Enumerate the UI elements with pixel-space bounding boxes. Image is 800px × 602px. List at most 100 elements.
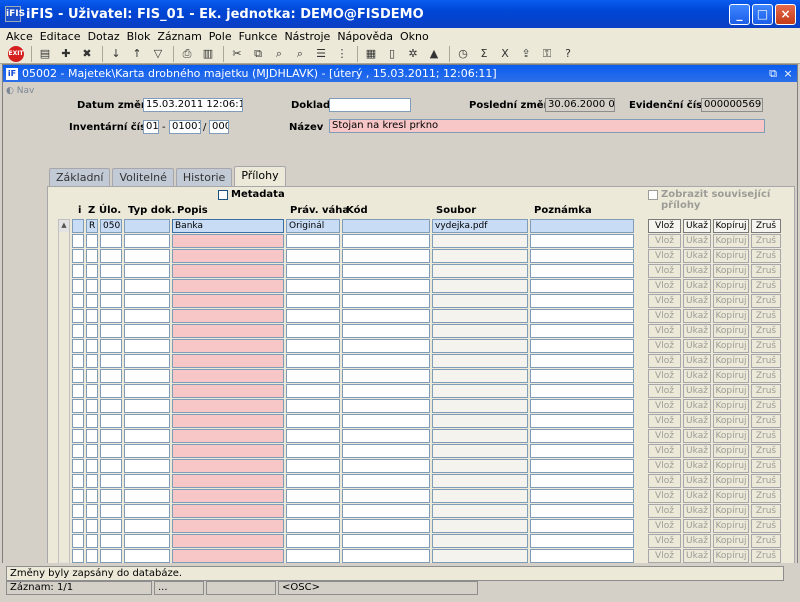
cell-popis[interactable]	[172, 234, 284, 248]
vloz-button[interactable]: Vlož	[648, 534, 681, 548]
vloz-button[interactable]: Vlož	[648, 384, 681, 398]
metadata-checkbox[interactable]	[218, 190, 228, 200]
table-row[interactable]: R 050 Banka Originál vydejka.pdf	[72, 219, 636, 233]
cell-prav-vaha[interactable]	[286, 459, 340, 473]
cell-z[interactable]	[86, 504, 98, 518]
cell-popis[interactable]	[172, 294, 284, 308]
zrus-button[interactable]: Zruš	[751, 309, 781, 323]
table-row[interactable]	[72, 504, 636, 518]
cell-typ-dok[interactable]	[124, 459, 170, 473]
cell-ulo[interactable]: 050	[100, 219, 122, 233]
menu-pole[interactable]: Pole	[209, 30, 232, 43]
table-row[interactable]	[72, 429, 636, 443]
cell-i[interactable]	[72, 249, 84, 263]
cell-soubor[interactable]	[432, 489, 528, 503]
ukaz-button[interactable]: Ukaž	[683, 504, 711, 518]
datum-zmeny-field[interactable]: 15.03.2011 12:06:11	[143, 98, 243, 112]
cell-soubor[interactable]	[432, 549, 528, 563]
cell-i[interactable]	[72, 549, 84, 563]
vloz-button[interactable]: Vlož	[648, 279, 681, 293]
table-row[interactable]	[72, 444, 636, 458]
cell-poznamka[interactable]	[530, 369, 634, 383]
kopiruj-button[interactable]: Kopíruj	[713, 264, 749, 278]
cell-prav-vaha[interactable]	[286, 414, 340, 428]
cell-popis[interactable]	[172, 384, 284, 398]
print-preview-icon[interactable]: ▥	[200, 46, 216, 62]
cell-prav-vaha[interactable]	[286, 234, 340, 248]
cell-typ-dok[interactable]	[124, 219, 170, 233]
cell-kod[interactable]	[342, 549, 430, 563]
cell-z[interactable]	[86, 339, 98, 353]
cell-kod[interactable]	[342, 504, 430, 518]
cell-poznamka[interactable]	[530, 474, 634, 488]
cell-soubor[interactable]	[432, 534, 528, 548]
cell-ulo[interactable]	[100, 534, 122, 548]
cell-i[interactable]	[72, 279, 84, 293]
cell-soubor[interactable]	[432, 444, 528, 458]
zrus-button[interactable]: Zruš	[751, 339, 781, 353]
vloz-button[interactable]: Vlož	[648, 504, 681, 518]
cell-prav-vaha[interactable]	[286, 474, 340, 488]
ukaz-button[interactable]: Ukaž	[683, 549, 711, 563]
cell-typ-dok[interactable]	[124, 534, 170, 548]
zrus-button[interactable]: Zruš	[751, 264, 781, 278]
cell-i[interactable]	[72, 384, 84, 398]
cell-soubor[interactable]	[432, 369, 528, 383]
ukaz-button[interactable]: Ukaž	[683, 309, 711, 323]
cell-prav-vaha[interactable]	[286, 324, 340, 338]
cell-soubor[interactable]	[432, 504, 528, 518]
cell-ulo[interactable]	[100, 249, 122, 263]
cell-popis[interactable]	[172, 339, 284, 353]
cell-z[interactable]	[86, 354, 98, 368]
cell-prav-vaha[interactable]	[286, 294, 340, 308]
cell-prav-vaha[interactable]	[286, 309, 340, 323]
vloz-button[interactable]: Vlož	[648, 309, 681, 323]
menu-dotaz[interactable]: Dotaz	[88, 30, 120, 43]
cell-prav-vaha[interactable]	[286, 384, 340, 398]
cell-kod[interactable]	[342, 399, 430, 413]
kopiruj-button[interactable]: Kopíruj	[713, 429, 749, 443]
cell-i[interactable]	[72, 459, 84, 473]
vloz-button[interactable]: Vlož	[648, 429, 681, 443]
table-row[interactable]	[72, 309, 636, 323]
cell-z[interactable]	[86, 324, 98, 338]
vloz-button[interactable]: Vlož	[648, 294, 681, 308]
cell-soubor[interactable]	[432, 474, 528, 488]
vloz-button[interactable]: Vlož	[648, 339, 681, 353]
ukaz-button[interactable]: Ukaž	[683, 264, 711, 278]
kopiruj-button[interactable]: Kopíruj	[713, 354, 749, 368]
zrus-button[interactable]: Zruš	[751, 399, 781, 413]
cell-kod[interactable]	[342, 234, 430, 248]
table-row[interactable]	[72, 519, 636, 533]
menu-napoveda[interactable]: Nápověda	[337, 30, 393, 43]
vloz-button[interactable]: Vlož	[648, 399, 681, 413]
vloz-button[interactable]: Vlož	[648, 444, 681, 458]
zrus-button[interactable]: Zruš	[751, 354, 781, 368]
zrus-button[interactable]: Zruš	[751, 459, 781, 473]
cell-popis[interactable]	[172, 369, 284, 383]
cell-kod[interactable]	[342, 414, 430, 428]
cell-prav-vaha[interactable]	[286, 444, 340, 458]
kopiruj-button[interactable]: Kopíruj	[713, 519, 749, 533]
cell-soubor[interactable]	[432, 354, 528, 368]
document-icon[interactable]: ▯	[384, 46, 400, 62]
cell-soubor[interactable]: vydejka.pdf	[432, 219, 528, 233]
cell-ulo[interactable]	[100, 279, 122, 293]
cell-prav-vaha[interactable]	[286, 249, 340, 263]
cell-i[interactable]	[72, 264, 84, 278]
cell-prav-vaha[interactable]	[286, 534, 340, 548]
cell-popis[interactable]	[172, 549, 284, 563]
cell-soubor[interactable]	[432, 519, 528, 533]
export-icon[interactable]: ⇪	[518, 46, 534, 62]
ukaz-button[interactable]: Ukaž	[683, 219, 711, 233]
table-row[interactable]	[72, 474, 636, 488]
cell-z[interactable]	[86, 294, 98, 308]
cell-i[interactable]	[72, 444, 84, 458]
zrus-button[interactable]: Zruš	[751, 549, 781, 563]
cell-ulo[interactable]	[100, 474, 122, 488]
vloz-button[interactable]: Vlož	[648, 369, 681, 383]
clock-icon[interactable]: ◷	[455, 46, 471, 62]
cell-poznamka[interactable]	[530, 234, 634, 248]
cell-typ-dok[interactable]	[124, 234, 170, 248]
grid-scrollbar[interactable]: ▲ ▼	[58, 219, 70, 575]
